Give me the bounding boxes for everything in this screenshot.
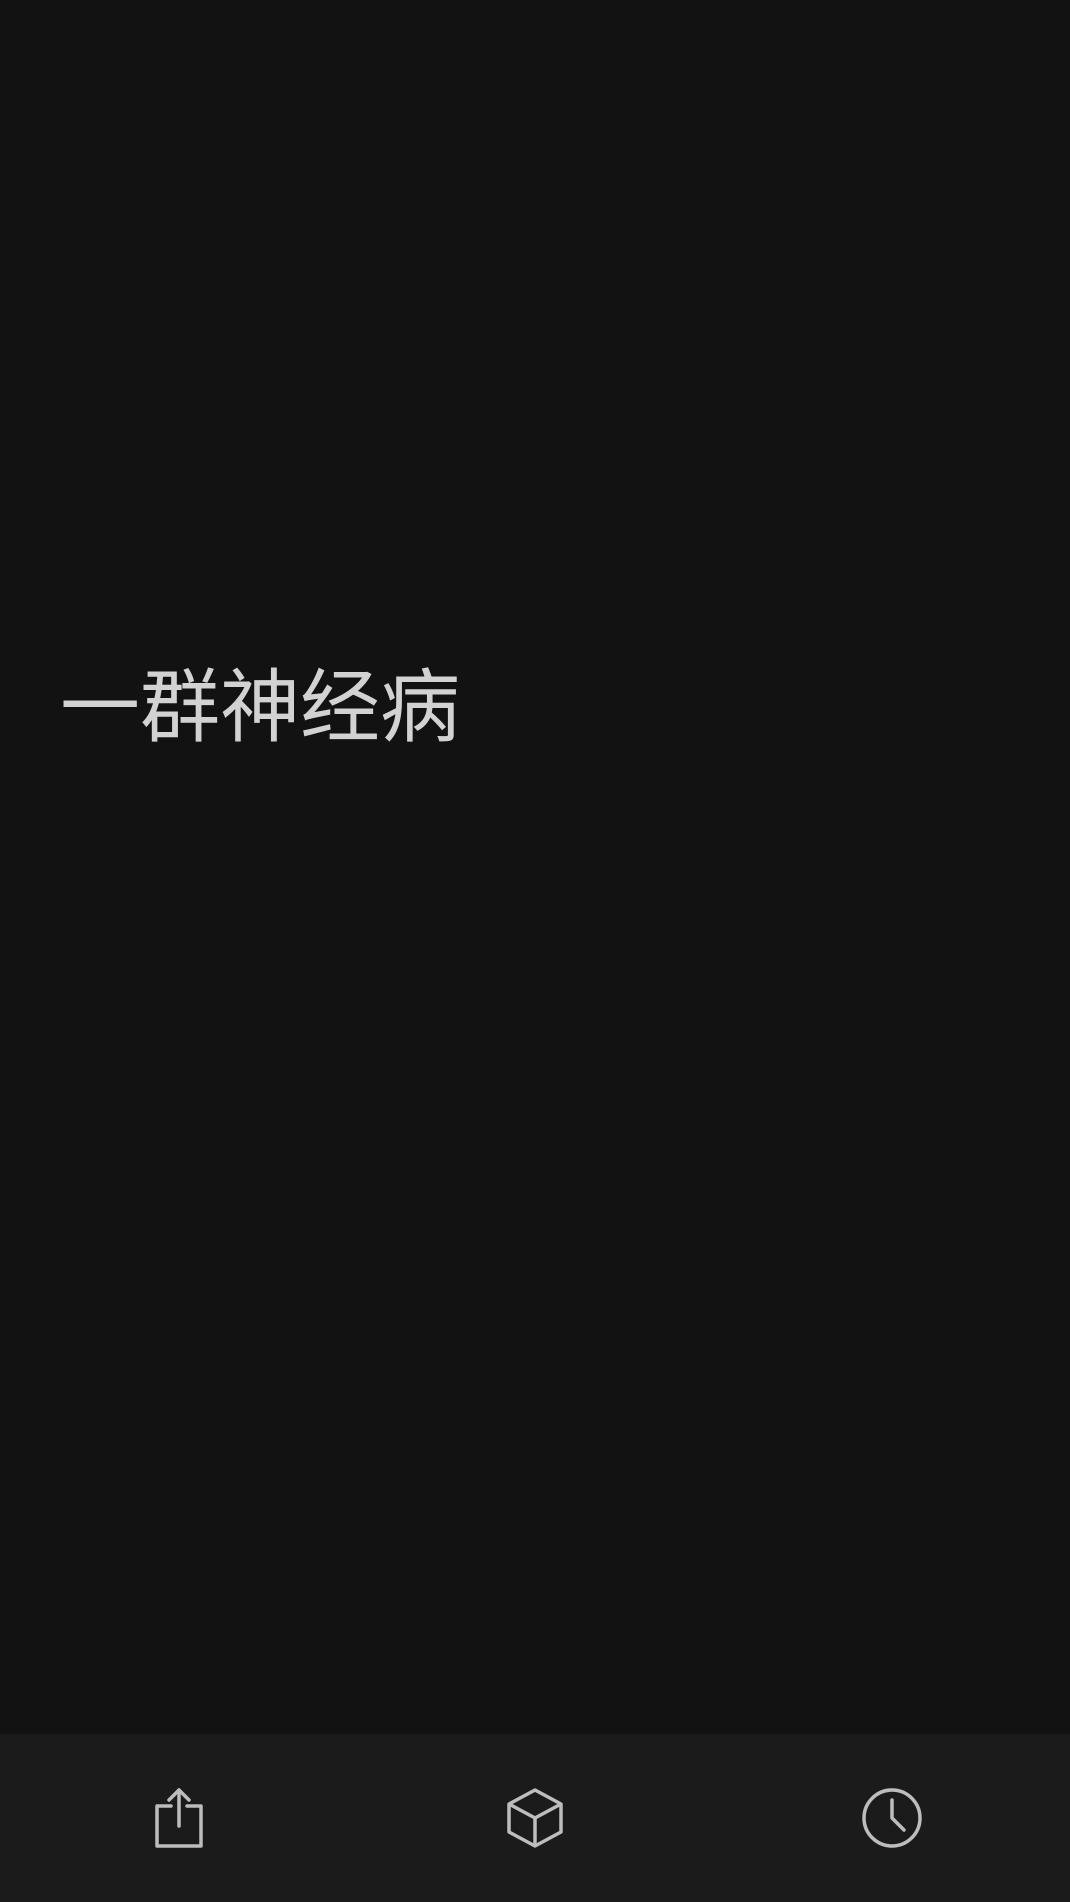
note-text[interactable]: 一群神经病 xyxy=(60,658,460,758)
history-button[interactable] xyxy=(832,1734,952,1902)
cube-icon xyxy=(505,1786,565,1850)
bottom-toolbar xyxy=(0,1734,1070,1902)
share-icon xyxy=(151,1786,207,1850)
note-canvas[interactable]: 一群神经病 xyxy=(0,0,1070,1734)
app-screen: 一群神经病 xyxy=(0,0,1070,1902)
share-button[interactable] xyxy=(119,1734,239,1902)
clock-icon xyxy=(860,1786,924,1850)
cube-button[interactable] xyxy=(475,1734,595,1902)
